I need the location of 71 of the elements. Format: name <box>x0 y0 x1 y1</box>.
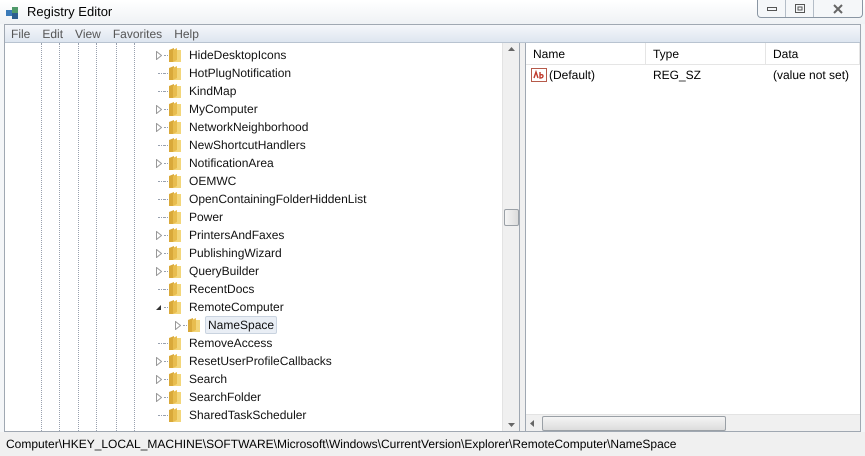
menu-item[interactable]: View <box>69 24 107 42</box>
folder-icon <box>168 245 182 261</box>
tree-item[interactable]: KindMap <box>186 82 240 100</box>
menu-item[interactable]: Edit <box>36 24 70 42</box>
registry-cubes-icon <box>5 4 21 20</box>
tree-item[interactable]: SharedTaskScheduler <box>186 406 310 424</box>
tree-item[interactable]: HideDesktopIcons <box>186 46 290 64</box>
table-cell-text: (value not set) <box>772 67 850 84</box>
folder-icon <box>168 281 182 297</box>
scroll-left-icon[interactable] <box>530 420 534 426</box>
tree-item[interactable]: NameSpace <box>205 316 278 334</box>
collapse-icon[interactable] <box>155 304 162 310</box>
folder-icon <box>168 353 182 369</box>
folder-icon <box>168 191 182 207</box>
tree-item[interactable]: NewShortcutHandlers <box>186 136 309 154</box>
menu-item[interactable]: Favorites <box>106 24 168 42</box>
column-header[interactable]: Data <box>766 43 860 64</box>
folder-icon <box>168 407 182 423</box>
table-cell-text: REG_SZ <box>652 67 702 84</box>
maximize-icon <box>794 4 804 13</box>
expand-icon[interactable] <box>156 50 162 60</box>
expand-icon[interactable] <box>156 158 162 168</box>
tree-item[interactable]: MyComputer <box>186 100 261 118</box>
folder-icon <box>168 299 182 315</box>
folder-icon <box>168 155 182 171</box>
folder-icon <box>168 119 182 135</box>
folder-icon <box>168 263 182 279</box>
folder-icon <box>168 371 182 387</box>
folder-icon <box>168 137 182 153</box>
scroll-thumb[interactable] <box>504 208 518 226</box>
tree-item[interactable]: HotPlugNotification <box>186 64 294 82</box>
folder-icon <box>168 101 182 117</box>
folder-icon <box>168 47 182 63</box>
menu-item[interactable]: File <box>5 24 36 42</box>
folder-icon <box>168 65 182 81</box>
close-icon <box>833 4 843 14</box>
scroll-down-icon[interactable] <box>508 423 514 427</box>
menu-item[interactable]: Help <box>168 24 205 42</box>
folder-icon <box>187 317 201 333</box>
tree-item[interactable]: RecentDocs <box>186 280 258 298</box>
status-bar-path: Computer\HKEY_LOCAL_MACHINE\SOFTWARE\Microsoft\Windows\CurrentVersion\Explorer\RemoteComputer\NameSpace <box>6 436 676 453</box>
tree-item[interactable]: SearchFolder <box>186 388 264 406</box>
tree-item[interactable]: ResetUserProfileCallbacks <box>186 352 335 370</box>
tree-item[interactable]: OpenContainingFolderHiddenList <box>186 190 370 208</box>
tree-item[interactable]: NotificationArea <box>186 154 277 172</box>
scroll-up-icon[interactable] <box>508 47 514 51</box>
folder-icon <box>168 335 182 351</box>
minimize-icon <box>766 6 776 10</box>
folder-icon <box>168 173 182 189</box>
tree-item[interactable]: PublishingWizard <box>186 244 285 262</box>
vertical-scrollbar[interactable] <box>502 43 519 431</box>
string-value-icon <box>531 68 547 82</box>
tree-item[interactable]: Search <box>186 370 230 388</box>
table-cell-text: (Default) <box>549 67 596 84</box>
tree-item[interactable]: PrintersAndFaxes <box>186 226 288 244</box>
folder-icon <box>168 83 182 99</box>
tree-item[interactable]: RemoteComputer <box>186 298 287 316</box>
horizontal-scrollbar[interactable] <box>526 414 860 431</box>
column-header[interactable]: Type <box>646 43 766 64</box>
folder-icon <box>168 389 182 405</box>
tree-item[interactable]: RemoveAccess <box>186 334 276 352</box>
window-title: Registry Editor <box>27 3 112 22</box>
tree-item[interactable]: OEMWC <box>186 172 240 190</box>
expand-icon[interactable] <box>174 320 180 330</box>
folder-icon <box>168 227 182 243</box>
tree-item[interactable]: QueryBuilder <box>186 262 262 280</box>
folder-icon <box>168 209 182 225</box>
tree-item[interactable]: Power <box>186 208 226 226</box>
tree-item[interactable]: NetworkNeighborhood <box>186 118 312 136</box>
column-header[interactable]: Name <box>526 43 646 64</box>
scroll-thumb[interactable] <box>542 416 726 430</box>
